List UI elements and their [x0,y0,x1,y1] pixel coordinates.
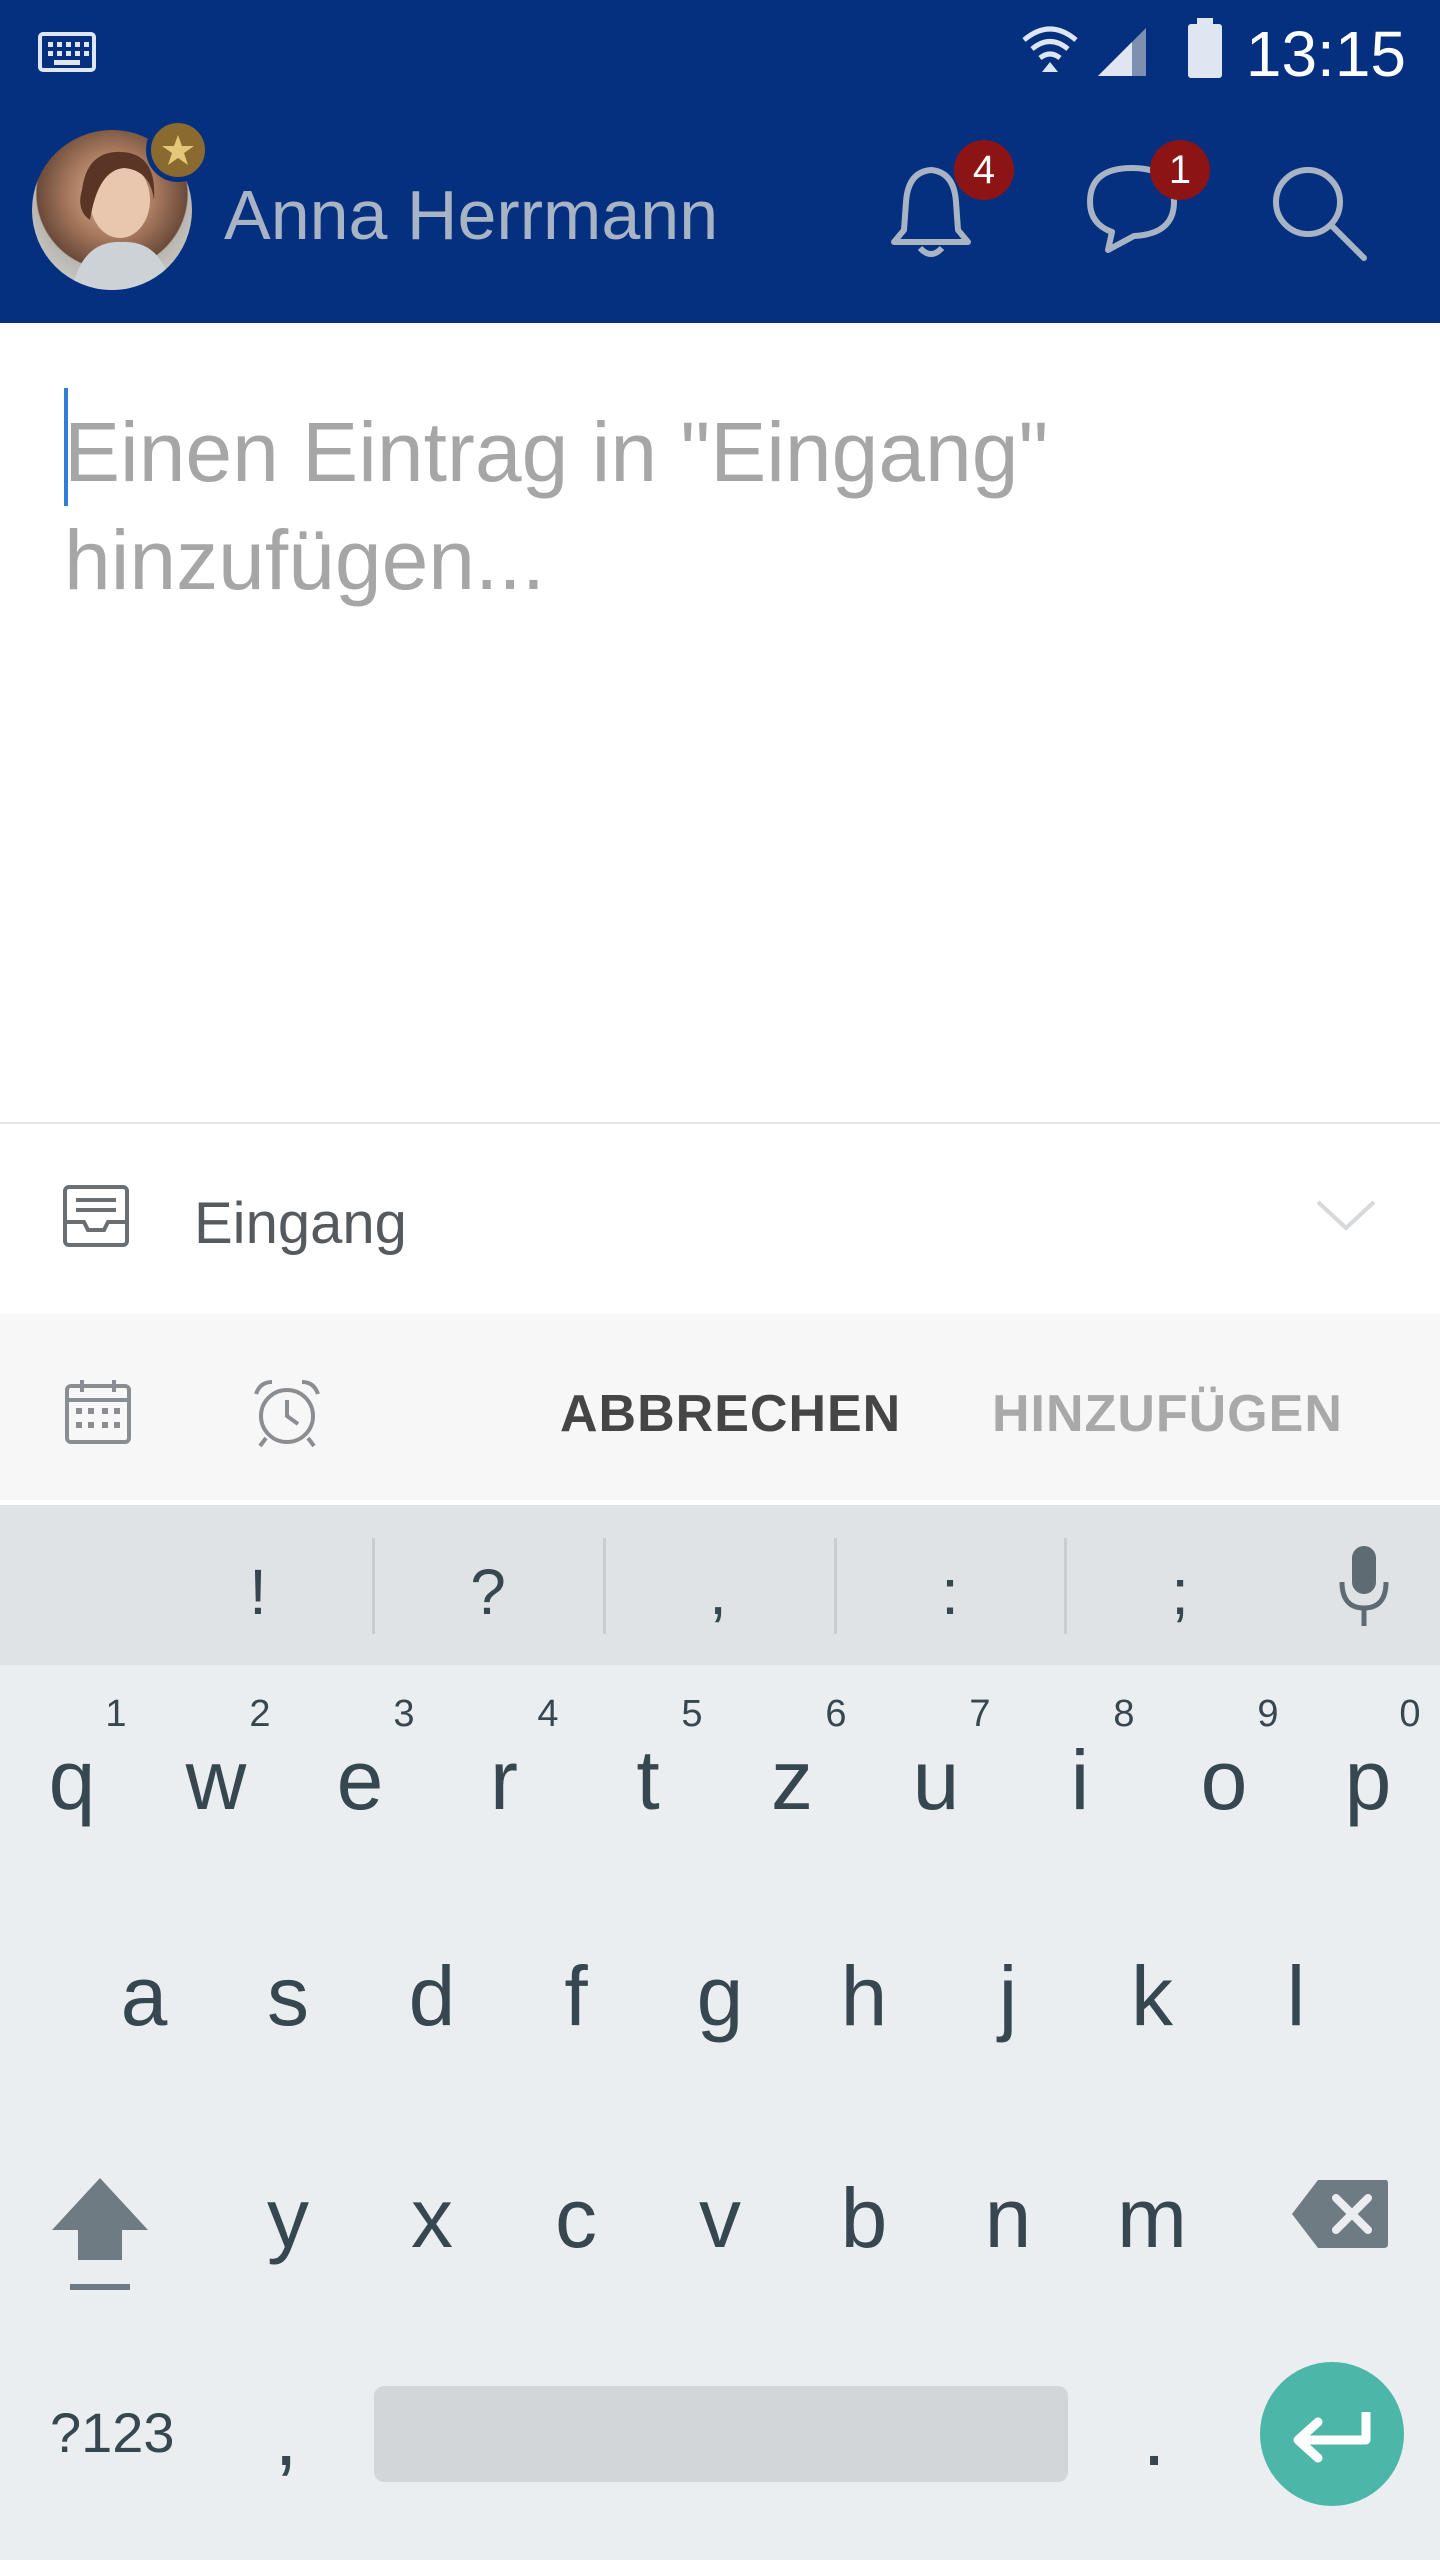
key-k[interactable]: k [1102,1946,1202,2046]
wifi-icon [1022,26,1078,72]
key-c[interactable]: c [526,2168,626,2268]
status-time: 13:15 [1245,18,1406,90]
key-m[interactable]: m [1102,2168,1202,2268]
entry-input[interactable]: Einen Eintrag in "Eingang" hinzufügen... [64,398,1184,614]
search-icon[interactable] [1268,162,1370,262]
period-key[interactable]: . [1104,2386,1204,2486]
key-r[interactable]: r [454,1730,554,1830]
key-o[interactable]: o [1174,1730,1274,1830]
enter-key[interactable] [1260,2362,1404,2506]
notifications-badge: 4 [954,140,1014,200]
key-g[interactable]: g [670,1946,770,2046]
key-j[interactable]: j [958,1946,1058,2046]
suggestion-key[interactable]: , [678,1552,758,1632]
key-q[interactable]: q [22,1730,122,1830]
key-f[interactable]: f [526,1946,626,2046]
messages-badge: 1 [1150,140,1210,200]
suggestion-key[interactable]: ; [1140,1552,1220,1632]
symbols-key[interactable]: ?123 [50,2388,175,2478]
add-button[interactable]: HINZUFÜGEN [992,1384,1343,1444]
chevron-down-icon[interactable] [1316,1198,1376,1232]
key-hint: 8 [1113,1693,1135,1735]
star-badge-icon [146,118,210,182]
key-hint: 1 [105,1693,127,1735]
suggestion-key[interactable]: ? [448,1552,528,1632]
suggestion-key[interactable]: ! [218,1552,298,1632]
key-hint: 2 [249,1693,271,1735]
alarm-icon[interactable] [252,1378,322,1448]
key-t[interactable]: t [598,1730,698,1830]
key-hint: 4 [537,1693,559,1735]
key-w[interactable]: w [166,1730,266,1830]
battery-icon [1188,18,1222,78]
key-h[interactable]: h [814,1946,914,2046]
shift-icon[interactable] [48,2174,152,2294]
suggestion-separator [834,1538,837,1634]
signal-icon [1098,28,1146,76]
suggestion-separator [372,1538,375,1634]
key-hint: 7 [969,1693,991,1735]
key-s[interactable]: s [238,1946,338,2046]
key-e[interactable]: e [310,1730,410,1830]
suggestion-key[interactable]: : [910,1552,990,1632]
key-hint: 9 [1257,1693,1279,1735]
key-a[interactable]: a [94,1946,194,2046]
key-z[interactable]: z [742,1730,842,1830]
list-label: Eingang [194,1191,407,1256]
comma-key[interactable]: , [236,2386,336,2486]
keyboard-icon [38,32,96,72]
enter-icon [1293,2412,1371,2463]
inbox-icon [63,1185,129,1247]
key-x[interactable]: x [382,2168,482,2268]
key-u[interactable]: u [886,1730,986,1830]
key-i[interactable]: i [1030,1730,1130,1830]
backspace-icon[interactable] [1290,2178,1390,2250]
cancel-button[interactable]: ABBRECHEN [560,1384,901,1444]
key-l[interactable]: l [1246,1946,1346,2046]
key-n[interactable]: n [958,2168,1058,2268]
key-hint: 6 [825,1693,847,1735]
suggestion-separator [1064,1538,1067,1634]
key-hint: 3 [393,1693,415,1735]
key-d[interactable]: d [382,1946,482,2046]
suggestion-separator [603,1538,606,1634]
key-hint: 5 [681,1693,703,1735]
key-hint: 0 [1399,1693,1421,1735]
key-v[interactable]: v [670,2168,770,2268]
calendar-icon[interactable] [64,1378,132,1446]
mic-icon[interactable] [1334,1544,1394,1630]
key-p[interactable]: p [1318,1730,1418,1830]
key-y[interactable]: y [238,2168,338,2268]
key-b[interactable]: b [814,2168,914,2268]
space-key[interactable] [374,2386,1068,2482]
user-name[interactable]: Anna Herrmann [224,172,718,258]
app-header [0,0,1440,323]
